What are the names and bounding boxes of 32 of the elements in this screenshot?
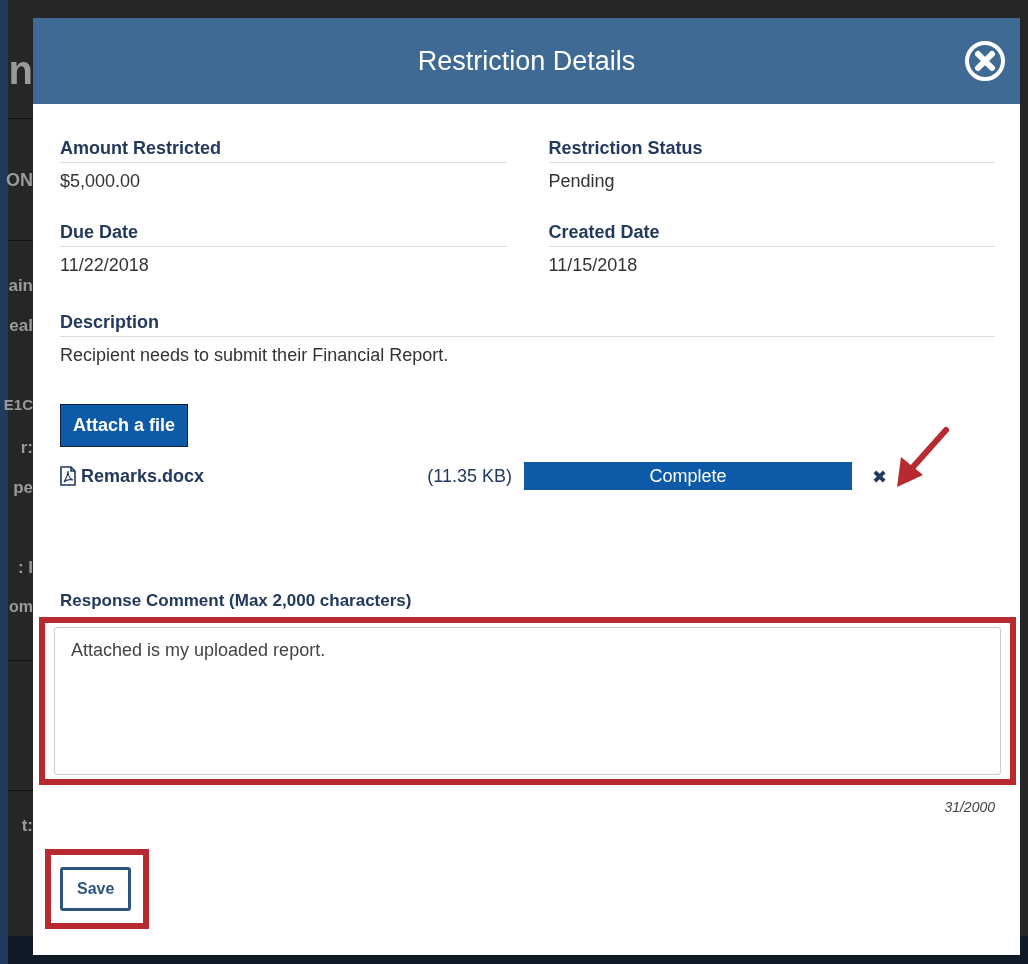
character-counter: 31/2000 — [944, 799, 995, 815]
close-icon[interactable] — [964, 40, 1006, 82]
background-text: pe — [13, 478, 33, 498]
pdf-file-icon — [60, 466, 76, 486]
field-value: Recipient needs to submit their Financial Report. — [60, 345, 450, 366]
upload-status: Complete — [648, 464, 728, 488]
field-label: Amount Restricted — [60, 138, 507, 163]
background-text: om — [9, 598, 33, 616]
field-value: Pending — [548, 171, 616, 192]
field-value: $5,000.00 — [60, 171, 142, 192]
comment-field[interactable]: Attached is my uploaded report. — [54, 627, 1001, 775]
field-label: Created Date — [548, 222, 995, 247]
background-text: r: — [20, 438, 33, 458]
background-text: eal — [9, 316, 33, 336]
attach-button[interactable]: Attach a file — [60, 404, 189, 447]
background-text: ON — [6, 170, 33, 191]
field-label: Due Date — [60, 222, 507, 247]
comment-label: Response Comment (Max 2,000 characters) — [60, 591, 413, 611]
background-text: t: — [21, 816, 33, 836]
background-text: E1C — [3, 396, 33, 413]
save-button[interactable]: Save — [60, 867, 132, 911]
field-label: Description — [60, 312, 995, 337]
file-size: (11.35 KB) — [426, 465, 512, 487]
field-value: 11/15/2018 — [548, 255, 639, 276]
file-name[interactable]: Remarks.docx — [81, 465, 205, 487]
remove-button[interactable]: ✖ — [872, 465, 888, 487]
field-label: Restriction Status — [548, 138, 995, 163]
background-text: : I — [17, 558, 33, 578]
background-text: ain — [8, 276, 33, 296]
field-value: 11/22/2018 — [60, 255, 150, 276]
dialog-title: Restriction Details — [417, 45, 636, 77]
background-text: n — [8, 48, 33, 93]
